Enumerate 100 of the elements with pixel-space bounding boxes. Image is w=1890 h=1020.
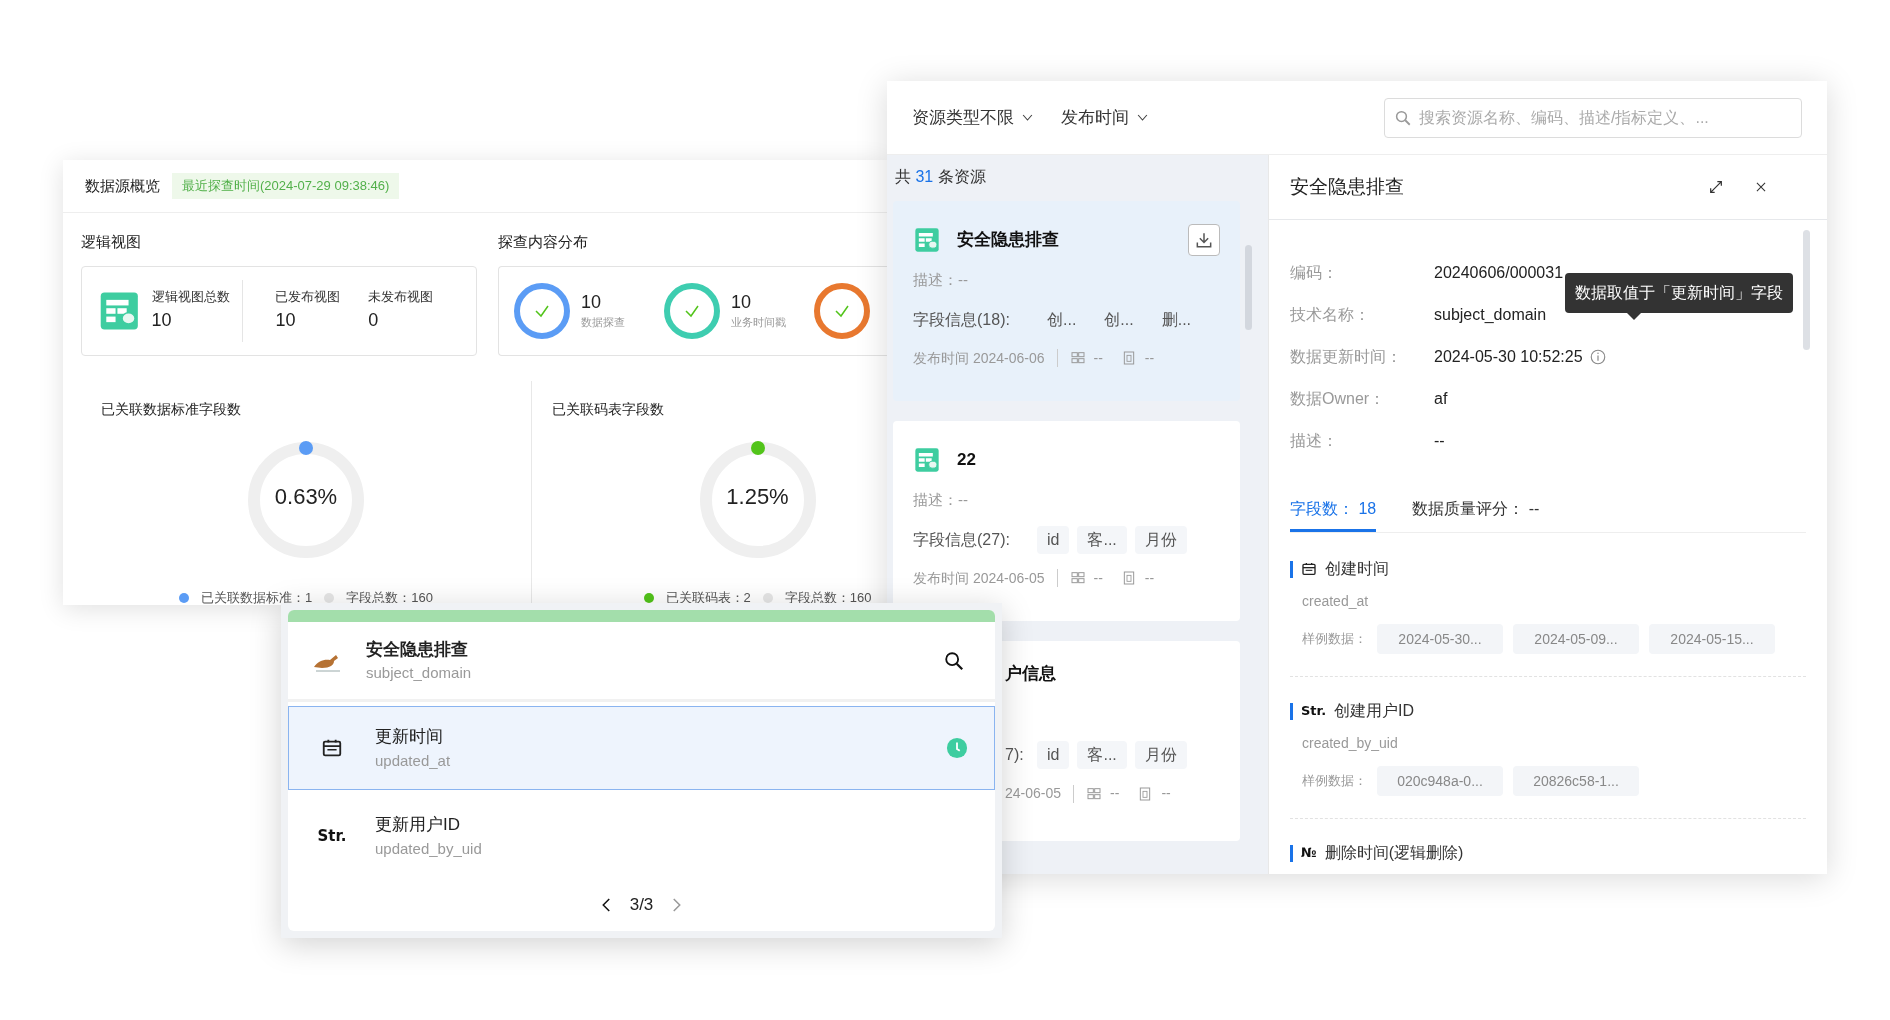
stat-value: 10 (581, 291, 603, 314)
field-tag: 创... (1037, 305, 1087, 334)
publish-date: 发布时间 2024-06-05 (913, 568, 1045, 588)
filter-dropdown[interactable]: 发布时间 (1061, 104, 1150, 131)
stat-label: 业务时间戳 (731, 314, 786, 330)
field-tag: id (1037, 525, 1070, 554)
field-tag: 客... (1077, 525, 1127, 554)
meta-value: -- (1144, 568, 1155, 588)
resource-card[interactable]: 安全隐患排查 描述：-- 字段信息(18): 创... 创... 删... 发布时间 2024-06-06 -- -- (893, 201, 1240, 401)
stat-value: 10 (731, 291, 753, 314)
chart-title: 已关联码表字段数 (552, 399, 664, 419)
publish-date: 发布时间 2024-06-06 (913, 348, 1045, 368)
section-title: 逻辑视图 (81, 232, 142, 252)
close-button[interactable] (1754, 180, 1768, 194)
resource-card[interactable]: 22 描述：-- 字段信息(27): id 客... 月份 发布时间 2024-06-05 -- -- (893, 421, 1240, 621)
field-value: -- (958, 270, 968, 290)
stat-value: 10 (275, 308, 297, 332)
technical-name: created_by_uid (1301, 734, 1399, 753)
field-label: 描述： (913, 490, 958, 510)
resource-title: 安全隐患排查 (957, 229, 1059, 252)
result-count: 共 31 条资源 (894, 167, 987, 187)
search-field[interactable]: 搜索资源名称、编码、描述/指标定义、... (1384, 97, 1802, 138)
legend-label: 已关联数据标准：1 (201, 589, 313, 605)
percent-value: 0.63% (274, 483, 338, 512)
close-icon (1754, 180, 1768, 194)
sample-tag: 020c948a-0... (1377, 766, 1503, 796)
percent-value: 1.25% (726, 483, 789, 512)
field-name: 更新时间 (375, 726, 444, 748)
technical-name: created_at (1301, 592, 1370, 611)
type-icon: № (1301, 843, 1317, 863)
technical-name: updated_at (375, 750, 451, 771)
field-row[interactable]: 更新时间 updated_at (288, 706, 995, 790)
type-icon: Str. (1301, 701, 1327, 721)
stat-label: 已发布视图 (275, 288, 342, 307)
download-button[interactable] (1188, 224, 1220, 256)
info-icon[interactable] (1588, 348, 1607, 366)
field-label: 技术名称： (1290, 305, 1371, 325)
section-title: 探查内容分布 (498, 232, 589, 252)
tooltip: 数据取值于「更新时间」字段 (1565, 273, 1793, 313)
stat-label: 逻辑视图总数 (151, 288, 231, 307)
field-label: 编码： (1290, 263, 1339, 283)
tooltip-pointer (1626, 312, 1642, 320)
sample-tag: 2024-05-09... (1513, 624, 1639, 654)
tab[interactable]: 字段数： 18 (1290, 497, 1377, 532)
field-value: 20240606/000031 (1434, 263, 1564, 283)
field-tag: 月份 (1134, 525, 1187, 554)
detail-title: 安全隐患排查 (1290, 174, 1404, 199)
type-icon: Str. (317, 824, 347, 848)
sample-tag: 20826c58-1... (1513, 766, 1639, 796)
field-label: 样例数据： (1302, 630, 1367, 649)
grid-icon (1069, 570, 1086, 586)
field-label: 数据Owner： (1290, 389, 1387, 409)
grid-icon (1086, 785, 1103, 802)
meta-value: -- (1110, 784, 1120, 803)
field-label: 字段信息(18): (913, 309, 1011, 330)
calendar-icon (321, 737, 343, 759)
filter-dropdown[interactable]: 资源类型不限 (912, 104, 1035, 131)
expand-icon (1708, 179, 1724, 195)
stat-label: 数据探查 (581, 314, 625, 330)
grid-icon (1069, 350, 1086, 366)
search-icon (943, 649, 965, 672)
resource-title: 户信息 (1005, 663, 1057, 685)
field-value: -- (958, 490, 968, 510)
chart-title: 已关联数据标准字段数 (101, 399, 241, 419)
field-tag: 删... (1151, 305, 1202, 334)
field-tag: 月份 (1134, 741, 1187, 769)
technical-name: subject_domain (366, 663, 472, 683)
table-icon (913, 226, 941, 254)
field-tag: 客... (1077, 741, 1127, 769)
technical-name: updated_by_uid (375, 838, 482, 859)
expand-button[interactable] (1708, 179, 1724, 195)
field-label: 描述： (913, 270, 958, 290)
meta-value: -- (1161, 784, 1171, 803)
table-icon (913, 446, 941, 474)
field-value: -- (1434, 431, 1445, 451)
field-label: 描述： (1290, 431, 1339, 451)
source-title: 安全隐患排查 (366, 638, 469, 661)
calendar-icon (1301, 561, 1317, 577)
publish-date: 24-06-05 (1005, 784, 1062, 803)
field-value: af (1434, 389, 1448, 409)
stat-value: 0 (368, 308, 380, 332)
resource-title: 22 (957, 449, 976, 472)
field-value: subject_domain (1434, 305, 1547, 325)
field-name: 创建用户ID (1334, 701, 1415, 721)
panel-title: 数据源概览 (85, 175, 160, 196)
stat-label: 未发布视图 (368, 288, 435, 307)
field-name: 更新用户ID (375, 814, 461, 836)
field-label: 样例数据： (1302, 772, 1367, 791)
sample-tag: 2024-05-30... (1377, 624, 1503, 654)
field-name: 删除时间(逻辑删除) (1324, 843, 1464, 863)
field-label: 字段信息(27): (913, 529, 1011, 550)
page-indicator: 3/3 (629, 894, 654, 916)
search-button[interactable] (943, 649, 965, 672)
tab[interactable]: 数据质量评分： -- (1412, 497, 1540, 532)
field-tag: id (1037, 741, 1070, 769)
download-icon (1194, 230, 1214, 250)
legend-label: 已关联码表：2 (665, 589, 751, 605)
meta-value: -- (1093, 568, 1103, 588)
field-label: 7): (1005, 745, 1025, 765)
meta-value: -- (1144, 348, 1155, 368)
